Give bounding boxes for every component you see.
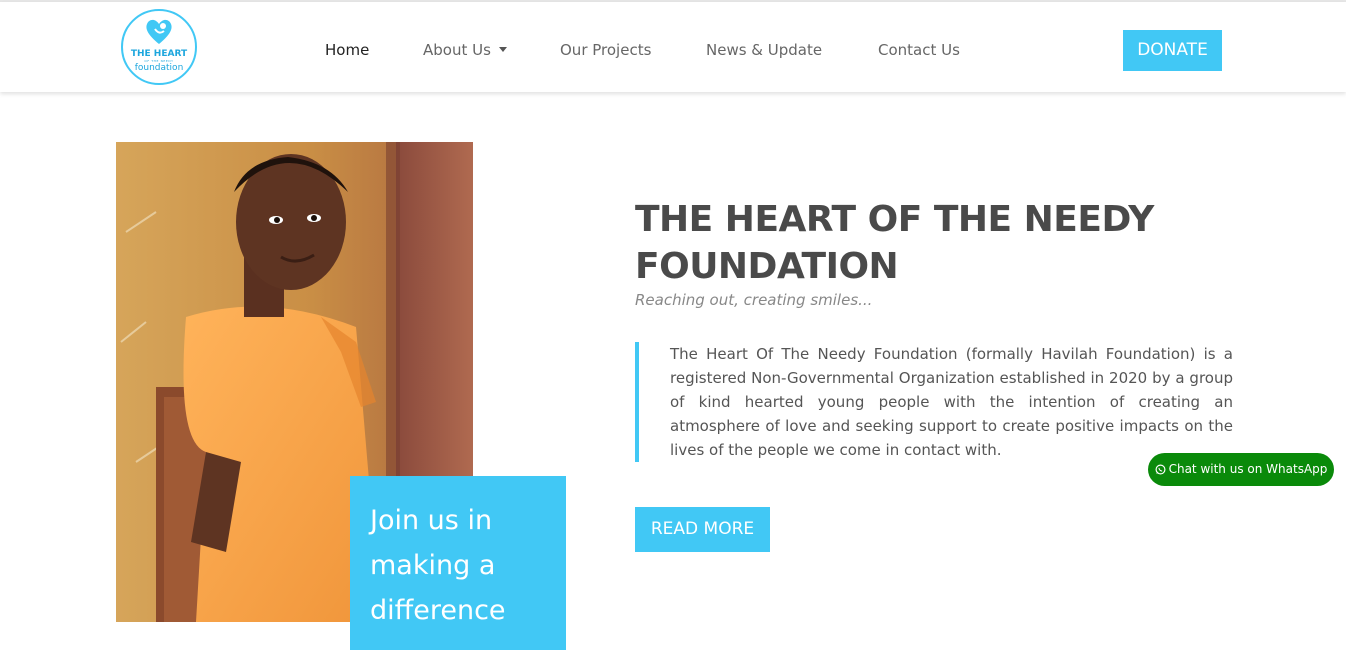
join-line-2: making a (370, 550, 496, 581)
nav-our-projects[interactable]: Our Projects (560, 40, 651, 60)
nav-about-us[interactable]: About Us (423, 40, 507, 60)
about-blockquote: The Heart Of The Needy Foundation (forma… (635, 342, 1233, 462)
whatsapp-chat-button[interactable]: Chat with us on WhatsApp (1148, 453, 1334, 486)
donate-button[interactable]: DONATE (1123, 30, 1222, 71)
chevron-down-icon (498, 47, 507, 52)
read-more-button[interactable]: READ MORE (635, 507, 770, 552)
join-line-3: difference (370, 595, 506, 626)
join-line-1: Join us in (370, 505, 493, 536)
nav-about-us-label: About Us (423, 41, 491, 59)
heart-hands-icon (146, 19, 172, 44)
nav-home[interactable]: Home (325, 40, 369, 60)
logo-line3: foundation (134, 63, 184, 73)
site-logo[interactable]: THE HEART OF THE NEEDY foundation (121, 9, 197, 85)
nav-contact-us[interactable]: Contact Us (878, 40, 960, 60)
nav-news-update[interactable]: News & Update (706, 40, 822, 60)
page-title: THE HEART OF THE NEEDY FOUNDATION (635, 196, 1195, 290)
whatsapp-icon (1155, 464, 1166, 475)
join-us-box: Join us in making a difference (350, 476, 566, 650)
about-description: The Heart Of The Needy Foundation (forma… (670, 345, 1233, 459)
title-line-1: THE HEART OF THE NEEDY (635, 199, 1154, 240)
tagline: Reaching out, creating smiles... (635, 291, 873, 309)
title-line-2: FOUNDATION (635, 246, 899, 287)
logo-line1: THE HEART (130, 49, 188, 59)
site-header: THE HEART OF THE NEEDY foundation Home A… (0, 2, 1346, 92)
whatsapp-label: Chat with us on WhatsApp (1168, 462, 1328, 476)
